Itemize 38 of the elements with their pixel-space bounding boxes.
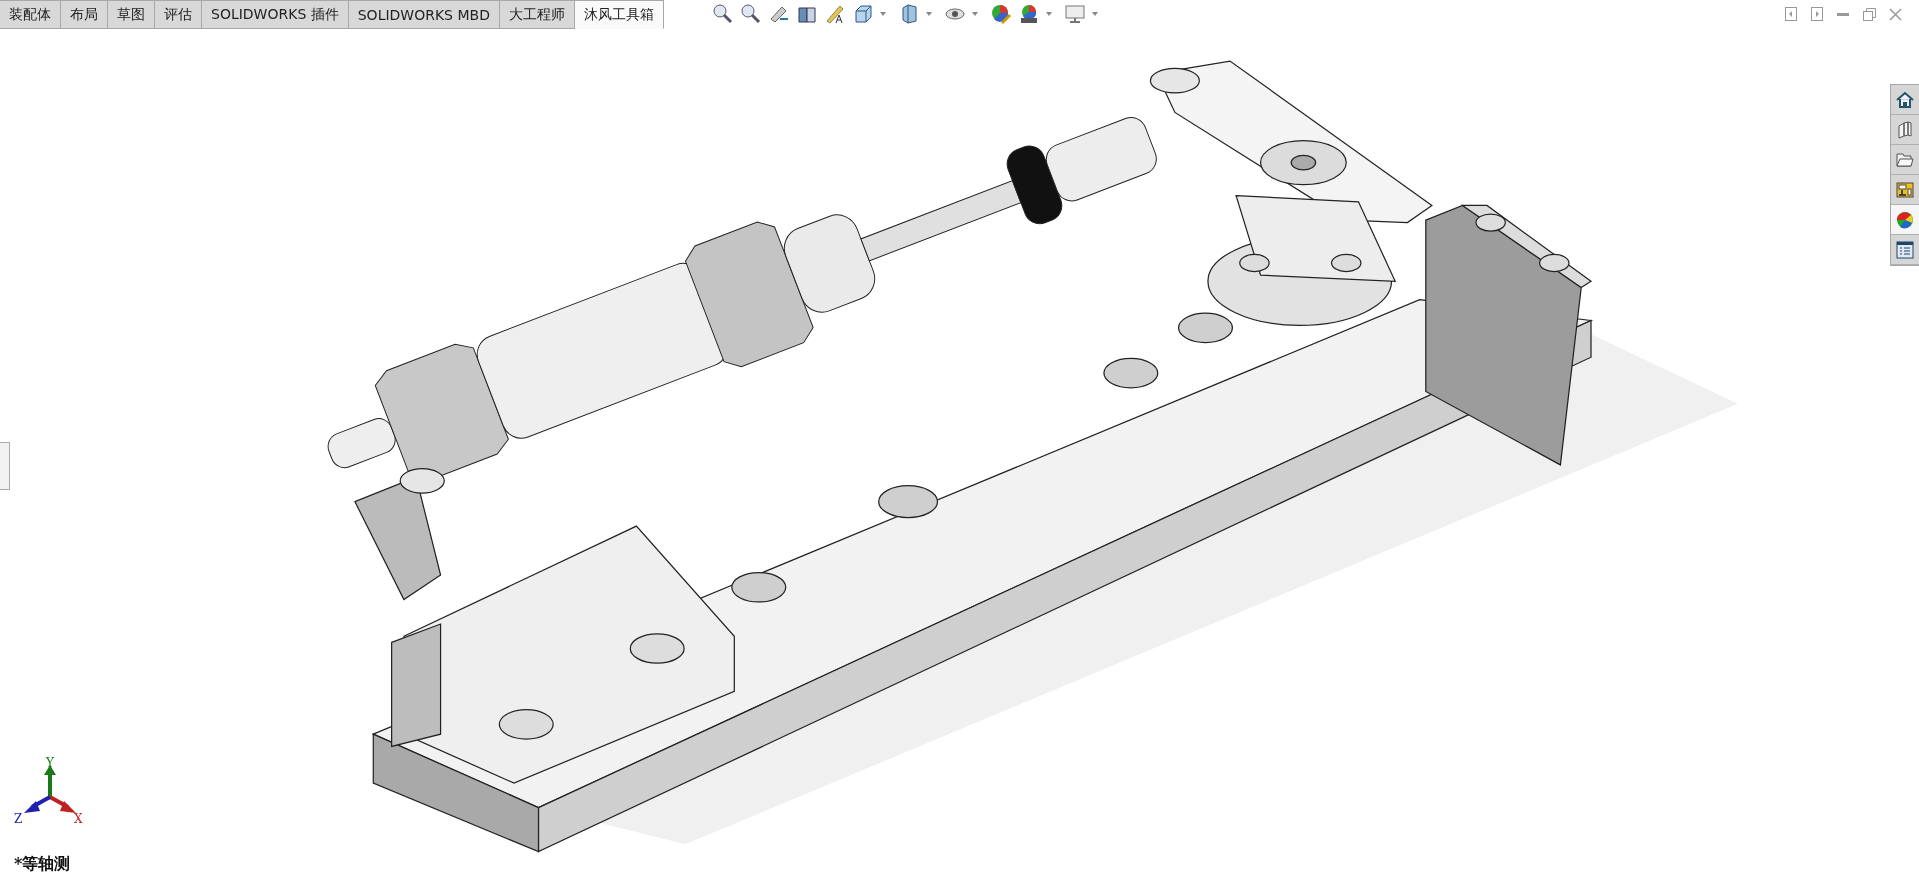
zoom-area-icon[interactable]: [739, 3, 762, 25]
monitor-icon[interactable]: [1063, 3, 1086, 25]
caret-icon[interactable]: [1045, 12, 1052, 16]
caret-icon[interactable]: [971, 12, 978, 16]
caret-icon[interactable]: [925, 12, 932, 16]
layout-icon: [1896, 180, 1914, 199]
ribbon-tab[interactable]: 装配体: [0, 0, 61, 29]
tile-left-icon[interactable]: [1783, 6, 1799, 22]
caret-icon[interactable]: [879, 12, 886, 16]
y-axis-label: Y: [46, 757, 54, 769]
zoom-to-fit-icon[interactable]: [711, 3, 734, 25]
ribbon-tab[interactable]: 布局: [61, 0, 108, 29]
x-axis-label: X: [74, 813, 83, 825]
view-orientation-label: *等轴测: [14, 854, 71, 875]
tile-right-icon[interactable]: [1809, 6, 1825, 22]
home-icon: [1896, 90, 1914, 109]
task-pane-tab[interactable]: [1891, 145, 1919, 175]
task-pane-tab[interactable]: [1891, 85, 1919, 115]
ribbon-tab[interactable]: 草图: [108, 0, 155, 29]
edit-appearance-icon[interactable]: [989, 3, 1012, 25]
ribbon-tab[interactable]: SOLIDWORKS 插件: [202, 0, 349, 29]
task-pane-tab[interactable]: [1891, 205, 1919, 235]
close-icon[interactable]: [1887, 6, 1903, 22]
task-pane-tab[interactable]: [1891, 235, 1919, 265]
restore-icon[interactable]: [1861, 6, 1877, 22]
task-pane-tab[interactable]: [1891, 115, 1919, 145]
books-icon: [1896, 120, 1914, 139]
z-axis-label: Z: [14, 813, 23, 825]
folder-icon: [1896, 150, 1914, 169]
panel-handle[interactable]: [0, 442, 10, 490]
task-pane-tab[interactable]: [1891, 175, 1919, 205]
ribbon-tab[interactable]: 评估: [155, 0, 202, 29]
ribbon-tab[interactable]: SOLIDWORKS MBD: [348, 0, 500, 29]
ribbon-tab[interactable]: 沐风工具箱: [574, 0, 664, 29]
ribbon-tab[interactable]: 大工程师: [499, 0, 575, 29]
caret-icon[interactable]: [1091, 12, 1098, 16]
color-sphere-icon: [1896, 210, 1914, 229]
list-icon: [1896, 240, 1914, 259]
